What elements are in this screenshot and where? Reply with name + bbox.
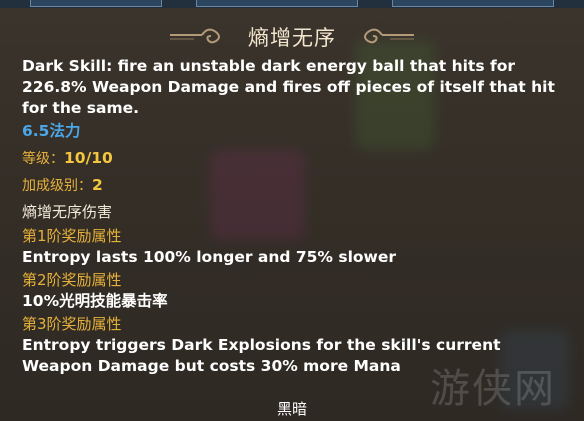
top-tab[interactable] bbox=[196, 0, 358, 7]
level-label: 等级： bbox=[22, 151, 64, 167]
tooltip-body: Dark Skill: fire an unstable dark energy… bbox=[22, 56, 562, 377]
tier-3-title: 第3阶奖励属性 bbox=[22, 315, 122, 333]
tier-1-title: 第1阶奖励属性 bbox=[22, 227, 122, 245]
right-ornament-icon bbox=[364, 28, 414, 44]
bonus-value: 2 bbox=[92, 176, 103, 194]
tier-1-text: Entropy lasts 100% longer and 75% slower bbox=[22, 248, 397, 266]
watermark: 游侠网 bbox=[430, 366, 556, 412]
tier-2-text: 10%光明技能暴击率 bbox=[22, 292, 168, 310]
top-tab[interactable] bbox=[30, 0, 162, 7]
bonus-row: 加成级别：2 bbox=[22, 175, 562, 197]
skill-name: 熵增无序 bbox=[248, 26, 336, 50]
level-row: 等级：10/10 bbox=[22, 148, 562, 170]
tier-2-title: 第2阶奖励属性 bbox=[22, 271, 122, 289]
skill-description: Dark Skill: fire an unstable dark energy… bbox=[22, 57, 555, 117]
mana-cost: 6.5法力 bbox=[22, 122, 81, 140]
damage-label: 熵增无序伤害 bbox=[22, 203, 113, 221]
bonus-label: 加成级别： bbox=[22, 178, 92, 194]
skill-tooltip: 熵增无序 Dark Skill: fire an unstable dark e… bbox=[0, 0, 584, 421]
level-value: 10/10 bbox=[64, 149, 113, 167]
top-tab-strip bbox=[0, 0, 584, 8]
top-tab[interactable] bbox=[392, 0, 554, 7]
tooltip-header: 熵增无序 bbox=[0, 18, 584, 54]
